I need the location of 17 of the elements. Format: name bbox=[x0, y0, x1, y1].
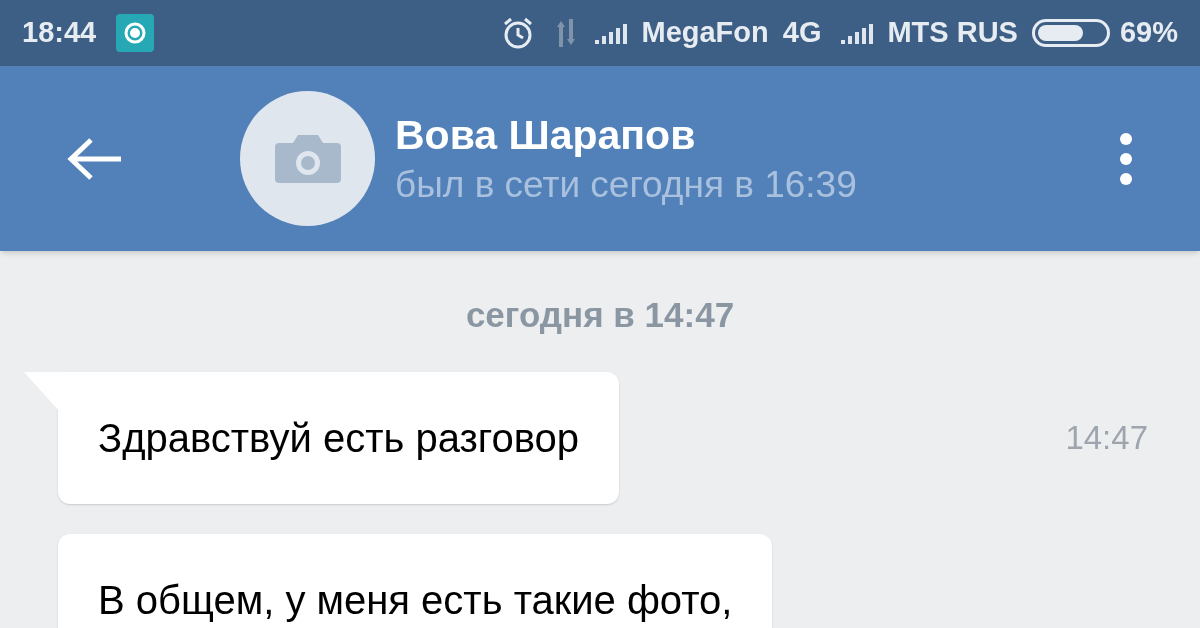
data-arrows-icon bbox=[555, 19, 578, 47]
date-separator: сегодня в 14:47 bbox=[465, 294, 735, 336]
notification-icon bbox=[116, 14, 155, 52]
carrier-name: MegaFon bbox=[641, 15, 769, 51]
message-text: В общем, у меня есть такие фото, bbox=[98, 577, 733, 622]
carrier-name: MTS RUS bbox=[887, 15, 1018, 51]
last-seen: был в сети сегодня в 16:39 bbox=[395, 165, 858, 203]
battery-percent: 69% bbox=[1119, 15, 1178, 51]
network-type: 4G bbox=[782, 15, 822, 51]
camera-icon bbox=[272, 132, 343, 185]
message-text: Здравствуй есть разговор bbox=[98, 415, 580, 460]
signal-icon bbox=[841, 22, 876, 44]
message-time: 14:47 bbox=[1065, 417, 1148, 458]
signal-icon bbox=[595, 22, 630, 44]
contact-name: Вова Шарапов bbox=[395, 114, 697, 156]
clock: 18:44 bbox=[22, 15, 97, 51]
battery-icon bbox=[1031, 19, 1110, 47]
